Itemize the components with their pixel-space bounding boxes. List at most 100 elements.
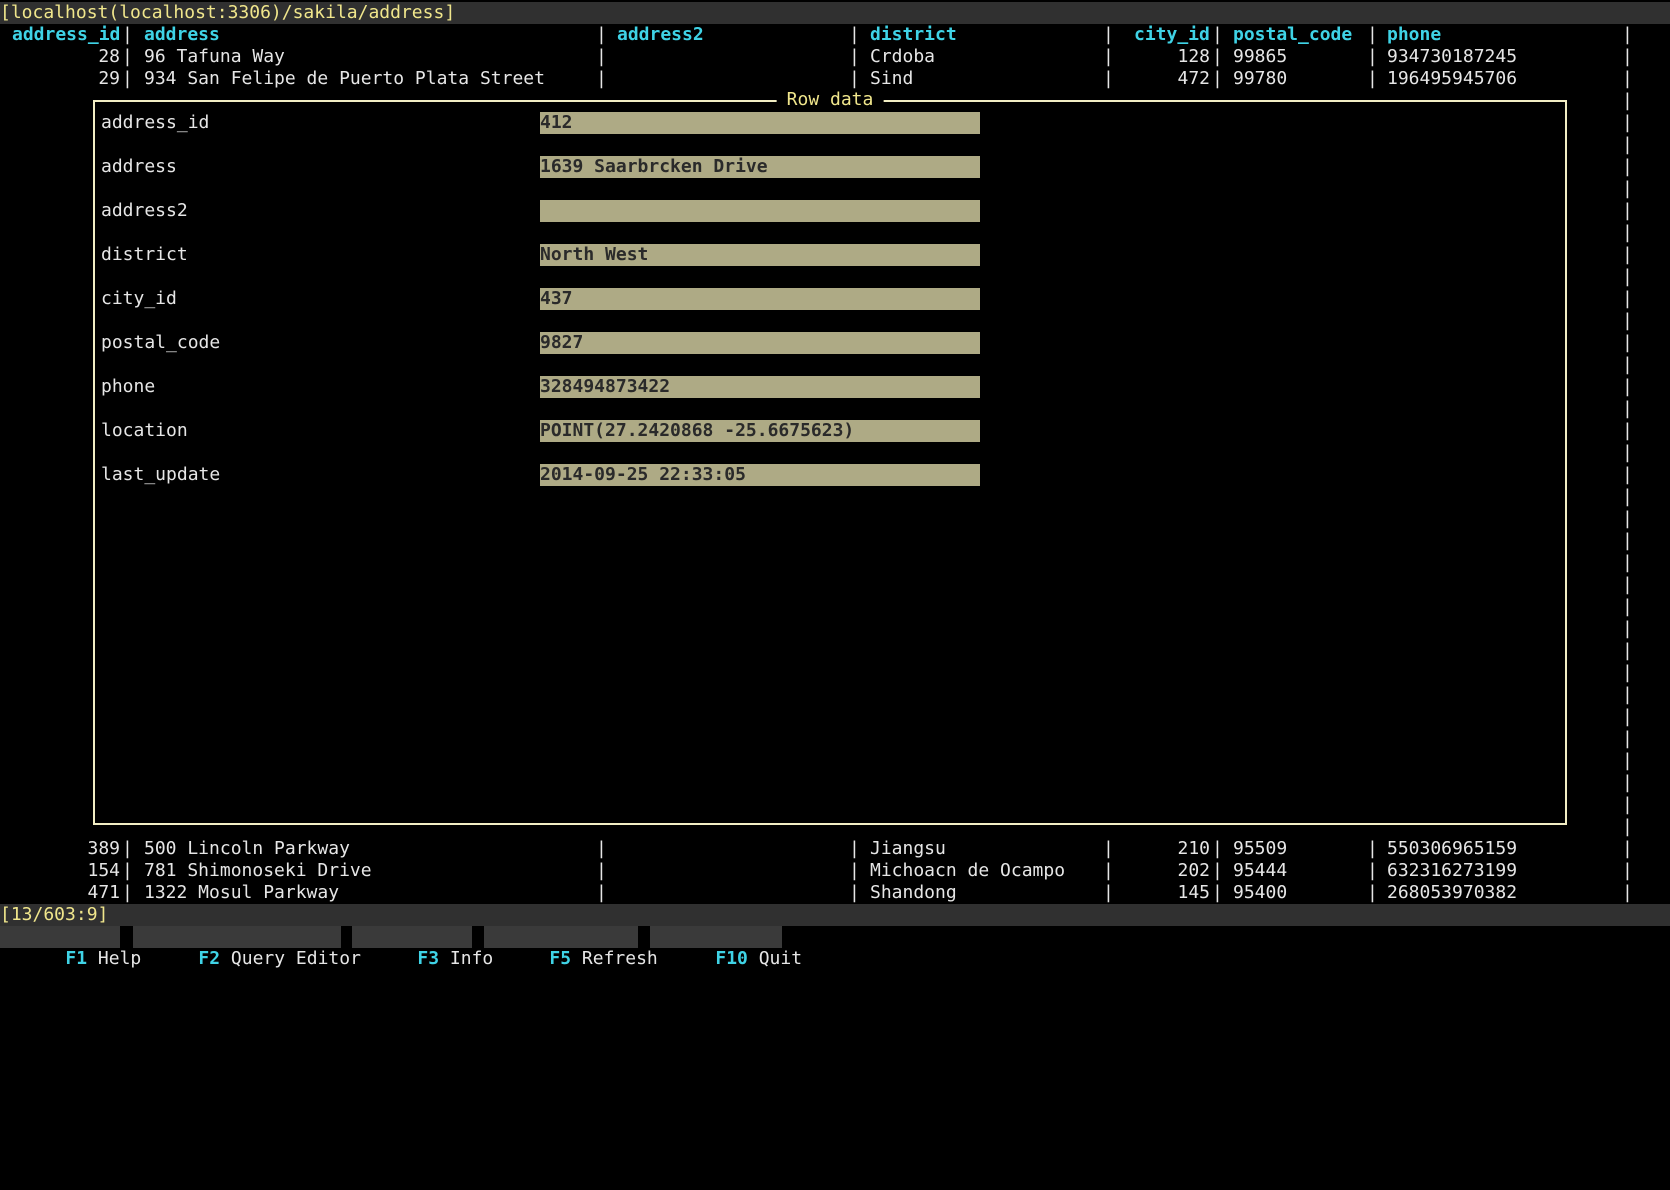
table-row[interactable]: 389 | 500 Lincoln Parkway | | Jiangsu | … (0, 838, 1670, 860)
row-data-dialog: Row data address_id 412 address 1639 Saa… (93, 89, 1567, 825)
table-row[interactable]: 471 | 1322 Mosul Parkway | | Shandong | … (0, 882, 1670, 904)
column-separator: | (122, 24, 133, 45)
cell-district: Sind (870, 68, 914, 89)
cell-phone: 196495945706 (1387, 68, 1518, 89)
fkey-label: Refresh (581, 948, 658, 969)
column-separator: | (122, 838, 133, 859)
column-header-city-id[interactable]: city_id (1134, 24, 1210, 46)
field-value-address-id[interactable]: 412 (540, 112, 980, 134)
cell-address-id: 154 (87, 860, 120, 881)
column-separator: | (1212, 838, 1223, 859)
f5-refresh-button[interactable]: F5 Refresh (484, 926, 658, 969)
column-header-address[interactable]: address (144, 24, 220, 46)
column-separator: | (122, 68, 133, 89)
cell-address: 781 Shimonoseki Drive (144, 860, 372, 881)
function-key-bar: F1 Help F2 Query Editor F3 Info F5 Refre… (0, 926, 1670, 969)
column-separator: | (596, 882, 607, 903)
column-separator: | (1212, 68, 1223, 89)
column-separator: | (122, 46, 133, 67)
column-separator: | (596, 68, 607, 89)
fkey-label: Info (449, 948, 494, 969)
cell-address-id: 389 (87, 838, 120, 859)
column-separator: | (1212, 24, 1223, 45)
dialog-title: Row data (776, 89, 884, 111)
table-right-border: | | | | | | | | | | | | | | | | | | | | … (1622, 24, 1633, 903)
column-separator: | (1103, 46, 1114, 67)
cell-address: 1322 Mosul Parkway (144, 882, 340, 903)
field-label-postal-code: postal_code (101, 332, 221, 353)
cell-district: Jiangsu (870, 838, 946, 859)
column-separator: | (1212, 860, 1223, 881)
f10-quit-button[interactable]: F10 Quit (650, 926, 802, 969)
column-separator: | (849, 838, 860, 859)
column-separator: | (849, 24, 860, 45)
cell-phone: 550306965159 (1387, 838, 1518, 859)
cell-address-id: 471 (87, 882, 120, 903)
f3-info-button[interactable]: F3 Info (352, 926, 493, 969)
column-separator: | (1103, 882, 1114, 903)
fkey-key: F5 (549, 948, 572, 969)
field-label-address2: address2 (101, 200, 188, 221)
field-value-phone[interactable]: 328494873422 (540, 376, 980, 398)
field-value-location[interactable]: POINT(27.2420868 -25.6675623) (540, 420, 980, 442)
column-header-district[interactable]: district (870, 24, 957, 46)
cell-phone: 934730187245 (1387, 46, 1518, 67)
column-separator: | (596, 24, 607, 45)
field-label-city-id: city_id (101, 288, 177, 309)
field-value-address[interactable]: 1639 Saarbrcken Drive (540, 156, 980, 178)
fkey-key: F3 (417, 948, 440, 969)
column-header-postal-code[interactable]: postal_code (1233, 24, 1352, 46)
column-separator: | (849, 882, 860, 903)
column-header-address-id[interactable]: address_id (12, 24, 120, 46)
column-separator: | (1212, 46, 1223, 67)
field-label-phone: phone (101, 376, 156, 397)
column-separator: | (596, 838, 607, 859)
column-separator: | (1367, 838, 1378, 859)
field-value-district[interactable]: North West (540, 244, 980, 266)
fkey-label: Help (97, 948, 142, 969)
field-value-postal-code[interactable]: 9827 (540, 332, 980, 354)
fkey-label: Quit (758, 948, 803, 969)
fkey-key: F2 (198, 948, 221, 969)
column-separator: | (1367, 860, 1378, 881)
cell-city-id: 472 (1177, 68, 1210, 89)
column-separator: | (849, 860, 860, 881)
field-value-last-update[interactable]: 2014-09-25 22:33:05 (540, 464, 980, 486)
column-header-address2[interactable]: address2 (617, 24, 704, 46)
f1-help-button[interactable]: F1 Help (0, 926, 141, 969)
column-separator: | (1212, 882, 1223, 903)
cell-address: 96 Tafuna Way (144, 46, 285, 67)
table-header: address_id | address | address2 | distri… (0, 24, 1670, 46)
status-line: [13/603:9] (0, 904, 1670, 926)
column-separator: | (1367, 46, 1378, 67)
column-separator: | (122, 860, 133, 881)
cell-city-id: 145 (1177, 882, 1210, 903)
column-separator: | (596, 860, 607, 881)
field-label-district: district (101, 244, 188, 265)
fkey-key: F10 (715, 948, 748, 969)
table-row[interactable]: 154 | 781 Shimonoseki Drive | | Michoacn… (0, 860, 1670, 882)
cell-postal-code: 99865 (1233, 46, 1288, 67)
cell-address: 500 Lincoln Parkway (144, 838, 350, 859)
column-header-phone[interactable]: phone (1387, 24, 1441, 46)
field-value-city-id[interactable]: 437 (540, 288, 980, 310)
table-row[interactable]: 29 | 934 San Felipe de Puerto Plata Stre… (0, 68, 1670, 90)
column-separator: | (596, 46, 607, 67)
field-value-address2[interactable] (540, 200, 980, 222)
column-separator: | (1103, 860, 1114, 881)
field-label-address-id: address_id (101, 112, 210, 133)
cell-district: Crdoba (870, 46, 936, 67)
cell-city-id: 210 (1177, 838, 1210, 859)
cell-city-id: 128 (1177, 46, 1210, 67)
column-separator: | (849, 46, 860, 67)
cell-city-id: 202 (1177, 860, 1210, 881)
f2-query-editor-button[interactable]: F2 Query Editor (133, 926, 361, 969)
window-title: [localhost(localhost:3306)/sakila/addres… (0, 2, 1670, 24)
cell-district: Michoacn de Ocampo (870, 860, 1066, 881)
cell-postal-code: 95509 (1233, 838, 1288, 859)
table-row[interactable]: 28 | 96 Tafuna Way | | Crdoba | 128 | 99… (0, 46, 1670, 68)
column-separator: | (1367, 68, 1378, 89)
field-label-last-update: last_update (101, 464, 221, 485)
column-separator: | (1103, 24, 1114, 45)
cell-postal-code: 95400 (1233, 882, 1288, 903)
